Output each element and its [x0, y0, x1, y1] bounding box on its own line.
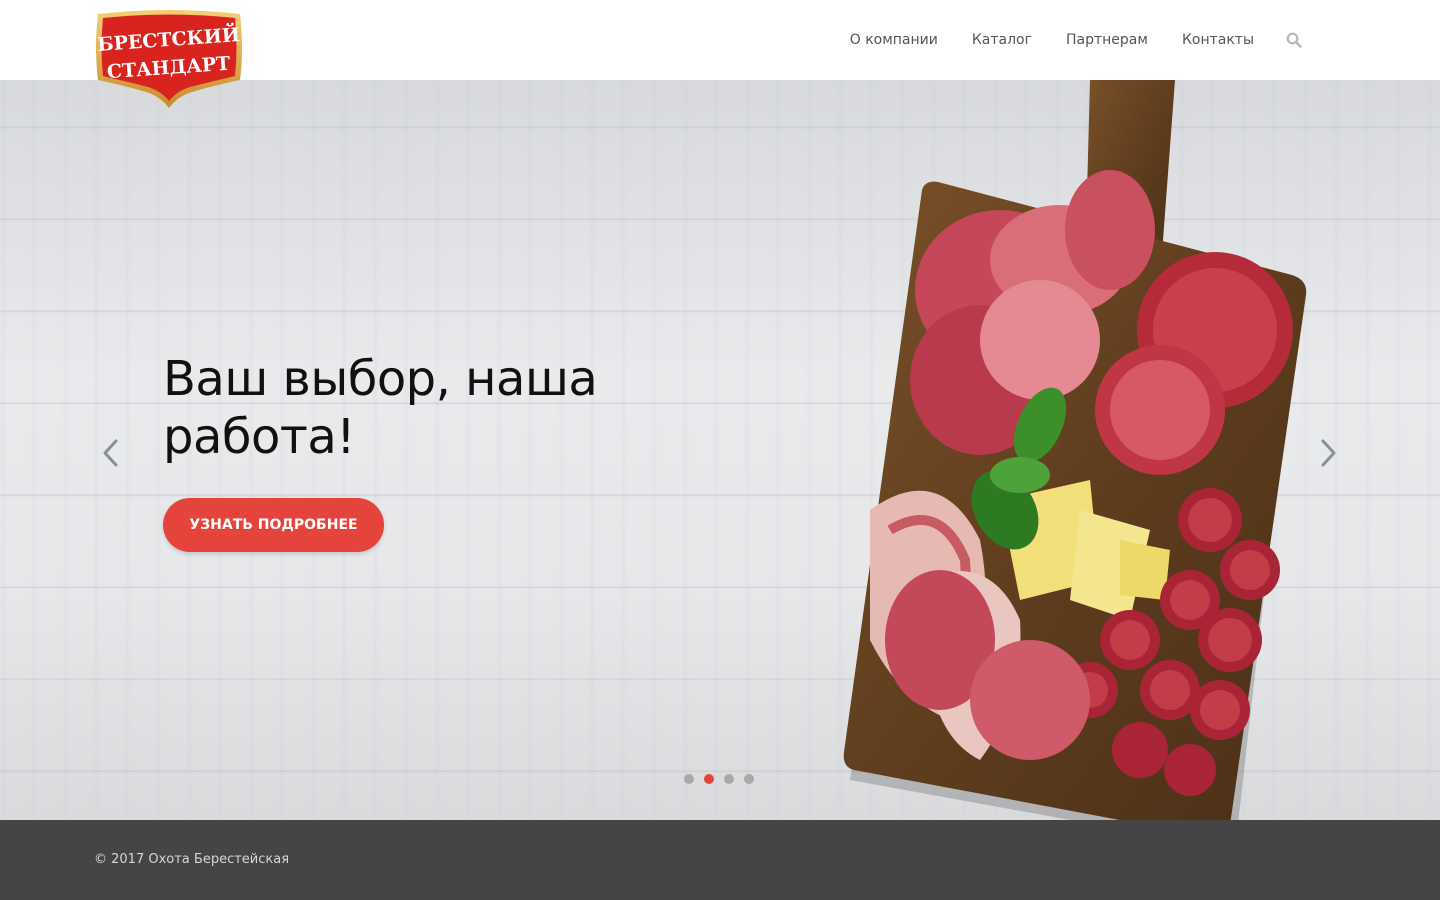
site-footer: © 2017 Охота Берестейская — [0, 820, 1440, 900]
nav-item-catalog[interactable]: Каталог — [972, 30, 1032, 50]
slider-dot-1[interactable] — [684, 774, 694, 784]
charcuterie-board-image — [843, 80, 1307, 820]
chevron-right-icon[interactable] — [1316, 435, 1340, 471]
slider-dot-3[interactable] — [724, 774, 734, 784]
search-icon[interactable] — [1286, 32, 1302, 48]
slider-pagination — [684, 774, 764, 784]
nav-item-contacts[interactable]: Контакты — [1182, 30, 1254, 50]
slider-dot-4[interactable] — [744, 774, 754, 784]
nav-item-partners[interactable]: Партнерам — [1066, 30, 1148, 50]
chevron-left-icon[interactable] — [99, 435, 123, 471]
slider-dot-2[interactable] — [704, 774, 714, 784]
copyright-text: © 2017 Охота Берестейская — [94, 852, 290, 867]
learn-more-button[interactable]: УЗНАТЬ ПОДРОБНЕЕ — [163, 498, 384, 552]
main-nav: О компании Каталог Партнерам Контакты — [816, 30, 1302, 50]
hero-headline: Ваш выбор, наша работа! — [163, 351, 598, 465]
brand-logo[interactable]: БРЕСТСКИЙ СТАНДАРТ — [92, 8, 246, 112]
hero-slider: Ваш выбор, наша работа! УЗНАТЬ ПОДРОБНЕЕ — [0, 80, 1440, 820]
nav-item-about[interactable]: О компании — [850, 30, 938, 50]
